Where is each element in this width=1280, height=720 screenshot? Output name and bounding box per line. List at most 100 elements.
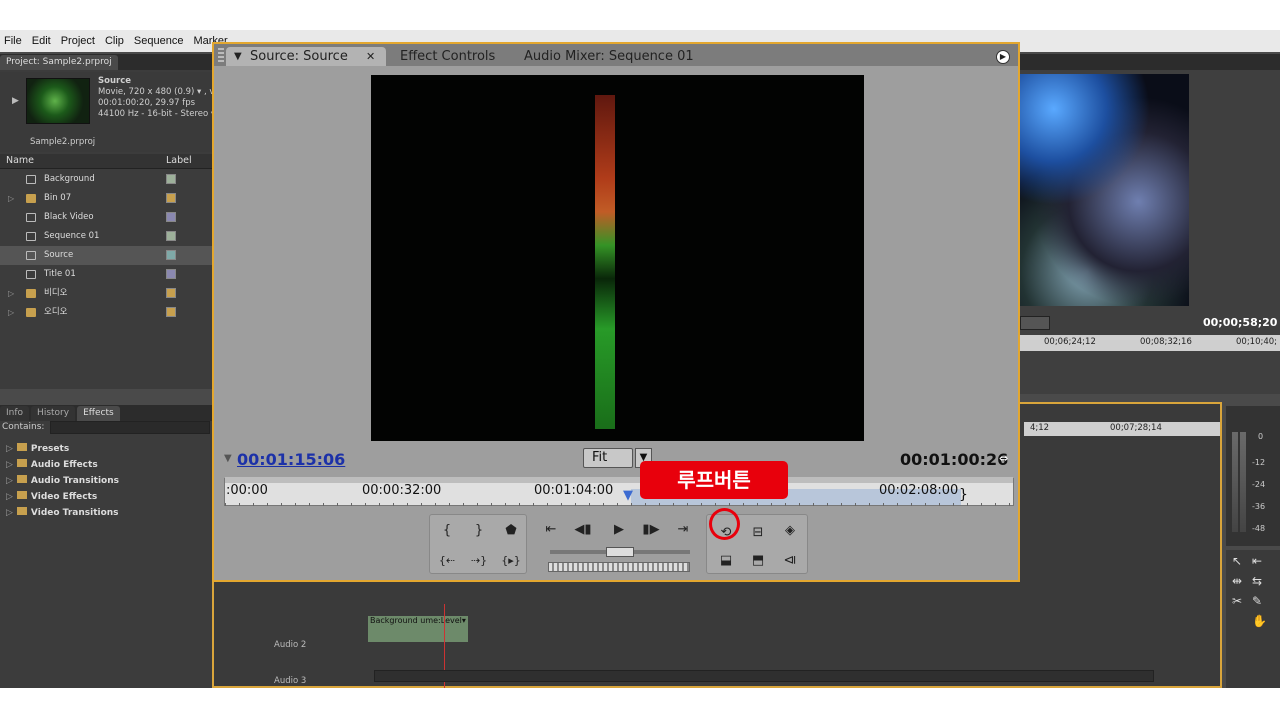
folder-icon [16,507,27,515]
program-zoom-select[interactable] [1020,316,1050,330]
source-video [371,75,864,441]
tab-project[interactable]: Project: Sample2.prproj [0,55,118,70]
output-button[interactable]: ◈ [779,521,801,541]
go-to-in-button[interactable]: {⇠ [436,551,458,571]
track-select-tool-icon[interactable]: ⇤ [1252,554,1262,568]
mark-out-button[interactable]: } [468,521,490,541]
set-marker-button[interactable]: ⬟ [500,521,522,541]
current-time[interactable]: 00:01:15:06 [237,450,345,469]
rate-tool-icon[interactable]: ⇆ [1252,574,1262,588]
label-swatch [166,212,176,222]
pen-tool-icon[interactable]: ✎ [1252,594,1262,608]
close-icon: ✕ [366,50,376,63]
menu-project[interactable]: Project [61,35,95,47]
list-item[interactable]: ▷ 비디오 [0,284,212,303]
tools-panel: ↖ ⇤ ⇹ ⇆ ✂ ✎ ✋ [1226,550,1280,688]
panel-flyout-icon[interactable]: ▶ [996,50,1010,64]
list-item[interactable]: Title 01 [0,265,212,284]
jog-disk[interactable] [548,562,690,572]
selection-tool-icon[interactable]: ↖ [1232,554,1242,568]
tab-info[interactable]: Info [0,406,30,421]
list-item[interactable]: Background [0,170,212,189]
program-tabbar [1020,54,1280,70]
list-item[interactable]: Sequence 01 [0,227,212,246]
playhead-icon[interactable]: ▼ [623,488,637,504]
play-in-to-out-button[interactable]: {▸} [500,551,522,571]
menu-clip[interactable]: Clip [105,35,124,47]
ripple-tool-icon[interactable]: ⇹ [1232,574,1242,588]
meter-label: -12 [1252,458,1266,467]
program-ruler[interactable]: 00;06;24;12 00;08;32;16 00;10;40; [1020,335,1280,351]
effects-tabbar: Info History Effects [0,405,212,421]
meter-label: -24 [1252,480,1266,489]
step-back-marker-button[interactable]: ⇤ [540,520,562,540]
resize-icon[interactable]: ⇔ [999,452,1008,465]
project-panel: Project: Sample2.prproj Source Movie, 72… [0,54,215,422]
video-frame-content [595,95,615,429]
project-file: Sample2.prproj [30,137,96,147]
label-swatch [166,307,176,317]
annotation-circle [709,508,740,540]
shuttle-handle[interactable] [606,547,634,557]
ruler-label: 00:02:08:00 [879,483,959,498]
tab-effect-controls[interactable]: Effect Controls [400,47,495,66]
tab-source[interactable]: ▼ Source: Source ✕ [226,47,386,66]
step-forward-button[interactable]: ▮▶ [640,520,662,540]
program-video [1020,74,1189,306]
clip-thumbnail [26,78,90,124]
mark-in-button[interactable]: { [436,521,458,541]
tab-effects[interactable]: Effects [77,406,120,421]
list-item[interactable]: ▷ 오디오 [0,303,212,322]
timeline-scrollbar[interactable] [374,670,1154,682]
zoom-select[interactable]: Fit [583,448,633,468]
play-thumb-icon[interactable]: ▶ [12,96,19,106]
col-label[interactable]: Label [166,155,192,166]
list-item[interactable]: Black Video [0,208,212,227]
contains-label: Contains: [2,422,45,432]
insert-button[interactable]: ⬓ [715,551,737,571]
folder-icon [16,459,27,467]
razor-tool-icon[interactable]: ✂ [1232,594,1242,608]
menu-sequence[interactable]: Sequence [134,35,184,47]
folder-icon [16,491,27,499]
panel-menu-icon: ▼ [234,51,242,62]
clip-preview-area: Source Movie, 720 x 480 (0.9) ▾ , v 00:0… [0,72,215,152]
hand-tool-icon[interactable]: ✋ [1252,614,1267,628]
out-point-icon[interactable]: } [959,487,968,503]
title-icon [26,270,36,279]
safe-margins-button[interactable]: ⊟ [747,523,769,543]
grip-icon[interactable] [218,48,224,62]
shuttle-slider[interactable] [550,547,690,557]
play-button[interactable]: ▶ [608,520,630,540]
menu-file[interactable]: File [4,35,22,47]
label-swatch [166,193,176,203]
overlay-button[interactable]: ⬒ [747,551,769,571]
ruler-label: 00:01:04:00 [534,483,614,498]
toggle-take-button[interactable]: ⧏ [779,551,801,571]
effects-folder[interactable]: ▷ Audio Effects [6,459,98,470]
tab-audio-mixer[interactable]: Audio Mixer: Sequence 01 [524,47,694,66]
col-name[interactable]: Name [6,155,34,166]
time-ruler[interactable]: :00:00 00:00:32:00 00:01:04:00 00:02:08:… [224,477,1014,506]
step-back-button[interactable]: ◀▮ [572,520,594,540]
step-forward-marker-button[interactable]: ⇥ [672,520,694,540]
effects-panel: Info History Effects Contains: ▷ Presets … [0,405,212,688]
timeline-ruler[interactable]: 4;12 00;07;28;14 [1024,422,1220,436]
effects-folder[interactable]: ▷ Video Transitions [6,507,119,518]
sequence-icon [26,232,36,241]
go-to-out-button[interactable]: ⇢} [468,551,490,571]
tab-history[interactable]: History [31,406,76,421]
duration-time: 00:01:00:26 [900,450,1009,469]
menu-edit[interactable]: Edit [32,35,51,47]
audio-clip[interactable]: Background ume:Level▾ [368,616,468,642]
list-item[interactable]: Source [0,246,212,265]
effects-folder[interactable]: ▷ Video Effects [6,491,97,502]
track-label: Audio 3 [274,676,307,686]
ruler-label: :00:00 [226,483,268,498]
effects-folder[interactable]: ▷ Audio Transitions [6,475,119,486]
list-item[interactable]: ▷ Bin 07 [0,189,212,208]
meter-label: 0 [1258,432,1264,441]
folder-icon [26,289,36,298]
effects-folder[interactable]: ▷ Presets [6,443,69,454]
effects-search-input[interactable] [50,421,210,434]
